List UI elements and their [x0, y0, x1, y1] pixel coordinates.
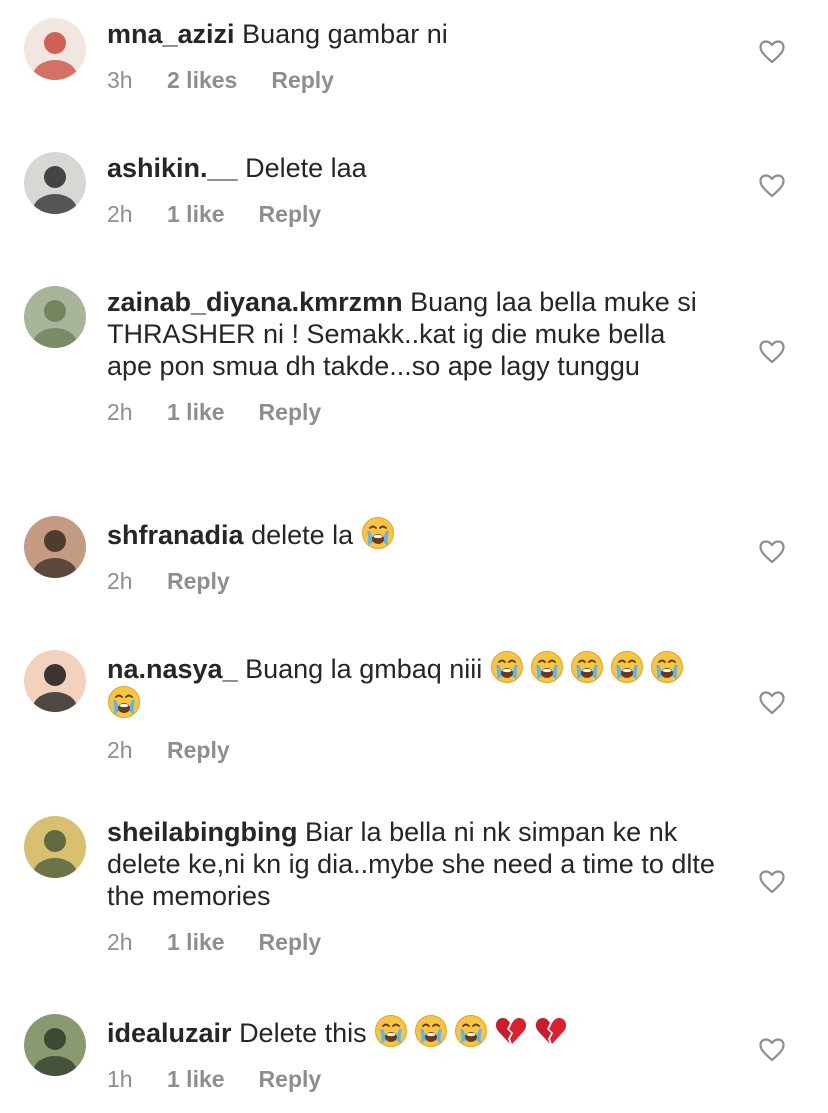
comment-message: Buang la gmbaq niii	[245, 654, 483, 684]
comment-meta: 2h Reply	[107, 736, 717, 764]
avatar[interactable]	[24, 816, 86, 878]
comment-text: idealuzair Delete this	[107, 1014, 717, 1049]
avatar[interactable]	[24, 1014, 86, 1076]
reply-button[interactable]: Reply	[259, 1065, 322, 1093]
comment-text: zainab_diyana.kmrzmn Buang laa bella muk…	[107, 286, 717, 382]
crying-face-emoji	[530, 650, 564, 684]
reply-button[interactable]: Reply	[271, 66, 334, 94]
comment-time: 2h	[107, 568, 133, 594]
reply-button[interactable]: Reply	[259, 398, 322, 426]
comment-body: idealuzair Delete this 1h 1 like Reply	[107, 1014, 717, 1093]
like-heart-icon[interactable]	[759, 340, 785, 364]
avatar[interactable]	[24, 650, 86, 712]
username-link[interactable]: idealuzair	[107, 1018, 232, 1048]
comment-meta: 1h 1 like Reply	[107, 1065, 717, 1093]
comment-message: Delete this	[239, 1018, 367, 1048]
comment-body: sheilabingbing Biar la bella ni nk simpa…	[107, 816, 717, 956]
comment-time: 3h	[107, 67, 133, 93]
like-heart-icon[interactable]	[759, 870, 785, 894]
comment-message: delete la	[251, 520, 354, 550]
comment-time: 2h	[107, 399, 133, 425]
username-link[interactable]: mna_azizi	[107, 19, 235, 49]
comment-text: na.nasya_ Buang la gmbaq niii	[107, 650, 717, 720]
username-link[interactable]: sheilabingbing	[107, 817, 298, 847]
like-heart-icon[interactable]	[759, 1038, 785, 1062]
username-link[interactable]: zainab_diyana.kmrzmn	[107, 287, 403, 317]
comment-body: ashikin.__ Delete laa 2h 1 like Reply	[107, 152, 717, 228]
reply-button[interactable]: Reply	[259, 200, 322, 228]
comment-text: mna_azizi Buang gambar ni	[107, 18, 717, 50]
crying-face-emoji	[650, 650, 684, 684]
avatar[interactable]	[24, 18, 86, 80]
reply-button[interactable]: Reply	[259, 928, 322, 956]
comment-body: na.nasya_ Buang la gmbaq niii 2h Reply	[107, 650, 717, 764]
like-heart-icon[interactable]	[759, 40, 785, 64]
crying-face-emoji	[610, 650, 644, 684]
like-heart-icon[interactable]	[759, 540, 785, 564]
likes-count-link[interactable]: 1 like	[167, 1065, 225, 1093]
comment-time: 2h	[107, 201, 133, 227]
broken-heart-emoji	[494, 1014, 528, 1048]
crying-face-emoji	[107, 685, 141, 719]
crying-face-emoji	[570, 650, 604, 684]
comment-time: 2h	[107, 737, 133, 763]
comment-time: 2h	[107, 929, 133, 955]
crying-face-emoji	[361, 516, 395, 550]
comment-body: zainab_diyana.kmrzmn Buang laa bella muk…	[107, 286, 717, 426]
crying-face-emoji	[490, 650, 524, 684]
likes-count-link[interactable]: 1 like	[167, 398, 225, 426]
reply-button[interactable]: Reply	[167, 736, 230, 764]
like-heart-icon[interactable]	[759, 691, 785, 715]
like-heart-icon[interactable]	[759, 174, 785, 198]
comment-meta: 2h 1 like Reply	[107, 928, 717, 956]
comment-meta: 2h 1 like Reply	[107, 200, 717, 228]
comment-text: ashikin.__ Delete laa	[107, 152, 717, 184]
comment-text: shfranadia delete la	[107, 516, 717, 551]
username-link[interactable]: shfranadia	[107, 520, 244, 550]
avatar[interactable]	[24, 152, 86, 214]
crying-face-emoji	[374, 1014, 408, 1048]
broken-heart-emoji	[534, 1014, 568, 1048]
avatar[interactable]	[24, 516, 86, 578]
crying-face-emoji	[414, 1014, 448, 1048]
username-link[interactable]: ashikin.__	[107, 153, 238, 183]
username-link[interactable]: na.nasya_	[107, 654, 238, 684]
comment-time: 1h	[107, 1066, 133, 1092]
comment-message: Delete laa	[245, 153, 367, 183]
comment-body: shfranadia delete la 2h Reply	[107, 516, 717, 595]
comment-meta: 2h 1 like Reply	[107, 398, 717, 426]
likes-count-link[interactable]: 2 likes	[167, 66, 237, 94]
avatar[interactable]	[24, 286, 86, 348]
reply-button[interactable]: Reply	[167, 567, 230, 595]
likes-count-link[interactable]: 1 like	[167, 200, 225, 228]
comment-body: mna_azizi Buang gambar ni 3h 2 likes Reply	[107, 18, 717, 94]
likes-count-link[interactable]: 1 like	[167, 928, 225, 956]
comment-meta: 3h 2 likes Reply	[107, 66, 717, 94]
comment-message: Buang gambar ni	[242, 19, 448, 49]
comment-text: sheilabingbing Biar la bella ni nk simpa…	[107, 816, 717, 912]
comment-meta: 2h Reply	[107, 567, 717, 595]
crying-face-emoji	[454, 1014, 488, 1048]
